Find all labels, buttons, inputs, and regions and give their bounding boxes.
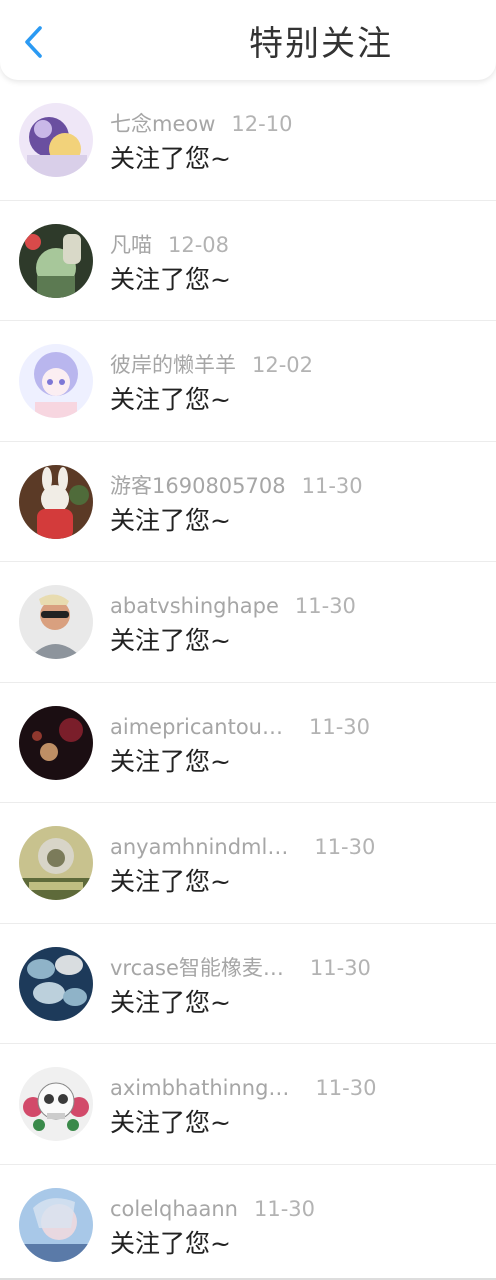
user-name[interactable]: abatvshinghape (110, 592, 279, 620)
notification-message: 关注了您~ (110, 264, 231, 294)
avatar[interactable] (19, 585, 93, 659)
notification-message: 关注了您~ (110, 746, 231, 776)
notification-row[interactable]: 七念meow 12-10 关注了您~ (0, 80, 496, 201)
notification-row[interactable]: 凡喵 12-08 关注了您~ (0, 201, 496, 321)
notification-message: 关注了您~ (110, 1108, 231, 1137)
avatar[interactable] (19, 344, 93, 418)
notification-row[interactable]: vrcase智能橡麦… 11-30 关注了您~ (0, 924, 496, 1044)
notification-message: 关注了您~ (110, 987, 231, 1017)
notification-meta: aximbhathinng… 11-30 (110, 1074, 376, 1102)
notification-date: 11-30 (309, 955, 371, 980)
top-nav-bar: 特别关注 (0, 0, 496, 80)
user-name[interactable]: colelqhaann (110, 1195, 238, 1223)
notification-meta: colelqhaann 11-30 (110, 1195, 315, 1223)
special-follow-page: 特别关注 七念meow 12-10 关注了您~ 凡喵 12-08 关注了您~ 彼… (0, 0, 496, 1280)
user-name[interactable]: 游客1690805708 (110, 472, 286, 500)
notification-row[interactable]: aimepricantou… 11-30 关注了您~ (0, 683, 496, 803)
notification-row[interactable]: 游客1690805708 11-30 关注了您~ (0, 442, 496, 562)
user-name[interactable]: 七念meow (110, 110, 215, 138)
avatar[interactable] (19, 946, 93, 1021)
notification-message: 关注了您~ (110, 144, 231, 173)
notification-meta: 彼岸的懒羊羊 12-02 (110, 351, 313, 379)
notification-meta: 游客1690805708 11-30 (110, 472, 363, 500)
notification-date: 12-08 (168, 232, 230, 257)
avatar[interactable] (19, 103, 93, 177)
notification-date: 12-02 (252, 353, 314, 377)
notification-list: 七念meow 12-10 关注了您~ 凡喵 12-08 关注了您~ 彼岸的懒羊羊… (0, 80, 496, 1280)
notification-date: 11-30 (301, 473, 363, 498)
avatar[interactable] (19, 223, 93, 298)
notification-meta: vrcase智能橡麦… 11-30 (110, 954, 371, 982)
avatar[interactable] (19, 705, 93, 780)
user-name[interactable]: anyamhnindml… (110, 833, 288, 861)
notification-date: 11-30 (314, 835, 376, 859)
notification-message: 关注了您~ (110, 1228, 231, 1258)
notification-meta: anyamhnindml… 11-30 (110, 833, 375, 861)
notification-date: 12-10 (231, 112, 293, 136)
notification-row[interactable]: anyamhnindml… 11-30 关注了您~ (0, 803, 496, 924)
notification-date: 11-30 (294, 594, 356, 618)
user-name[interactable]: vrcase智能橡麦… (110, 954, 284, 982)
avatar[interactable] (19, 826, 93, 900)
avatar[interactable] (19, 464, 93, 539)
notification-meta: aimepricantou… 11-30 (110, 713, 370, 741)
notification-row[interactable]: aximbhathinng… 11-30 关注了您~ (0, 1044, 496, 1165)
user-name[interactable]: aimepricantou… (110, 713, 283, 741)
notification-row[interactable]: colelqhaann 11-30 关注了您~ (0, 1165, 496, 1280)
user-name[interactable]: aximbhathinng… (110, 1074, 289, 1102)
notification-message: 关注了您~ (110, 505, 231, 535)
notification-meta: abatvshinghape 11-30 (110, 592, 356, 620)
notification-message: 关注了您~ (110, 867, 231, 896)
user-name[interactable]: 彼岸的懒羊羊 (110, 351, 236, 379)
avatar[interactable] (19, 1187, 93, 1262)
notification-date: 11-30 (309, 714, 371, 739)
notification-row[interactable]: abatvshinghape 11-30 关注了您~ (0, 562, 496, 683)
notification-date: 11-30 (315, 1076, 377, 1100)
notification-meta: 凡喵 12-08 (110, 231, 229, 259)
user-name[interactable]: 凡喵 (110, 231, 152, 259)
notification-date: 11-30 (253, 1196, 316, 1221)
notification-message: 关注了您~ (110, 626, 231, 655)
notification-row[interactable]: 彼岸的懒羊羊 12-02 关注了您~ (0, 321, 496, 442)
avatar[interactable] (19, 1067, 93, 1141)
page-title: 特别关注 (249, 24, 393, 64)
notification-message: 关注了您~ (110, 385, 231, 414)
notification-meta: 七念meow 12-10 (110, 110, 292, 138)
